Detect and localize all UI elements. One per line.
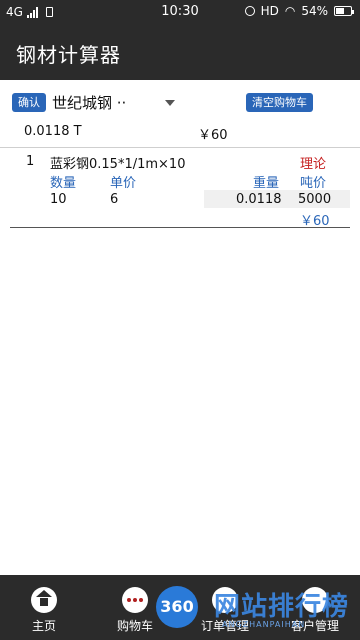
hd-label: HD [260,4,279,18]
item-index: 1 [26,154,35,169]
watermark-360-logo: 360 [156,586,198,628]
item-mode: 理论 [300,157,327,172]
total-price: ￥60 [198,128,228,143]
weight-header: 重量 [253,176,280,191]
confirm-button[interactable]: 确认 [12,93,46,113]
dropdown-arrow-icon [165,100,175,106]
app-bar: 钢材计算器 [0,24,360,80]
card-divider [10,227,350,228]
watermark-text: 网站排行榜 [214,592,350,622]
unit-price-header: 单价 [110,176,137,191]
nav-home-label: 主页 [31,619,56,633]
battery-percent: 54% [301,4,328,18]
status-right: HD ◠ 54% [244,4,354,18]
item-unit-price: 6 [110,192,119,207]
alarm-icon [244,6,255,16]
watermark-subtext: ANGZHANPAIHAN [222,620,306,629]
item-name: 蓝彩钢0.15*1/1m×10 [50,157,186,172]
wifi-icon: ◠ [284,4,296,18]
cart-item[interactable]: 1 蓝彩钢0.15*1/1m×10 理论 数量 单价 重量 吨价 10 6 0.… [10,150,350,229]
clear-cart-button[interactable]: 清空购物车 [246,93,313,113]
nav-home[interactable]: 主页 [4,575,84,640]
ton-price-header: 吨价 [300,176,327,191]
supplier-selected-value: 世纪城钢 ·· [52,93,127,112]
home-icon [31,587,57,613]
qty-header: 数量 [50,176,77,191]
cart-icon [122,587,148,613]
total-weight: 0.0118 T [24,124,82,139]
supplier-select[interactable]: 世纪城钢 ·· [52,92,182,112]
status-bar: 4G 10:30 HD ◠ 54% [0,0,360,24]
battery-icon [334,6,354,16]
item-qty: 10 [50,192,67,207]
divider [0,147,360,148]
item-ton-price: 5000 [298,192,332,207]
item-weight: 0.0118 [236,192,282,207]
page-title: 钢材计算器 [16,43,121,67]
